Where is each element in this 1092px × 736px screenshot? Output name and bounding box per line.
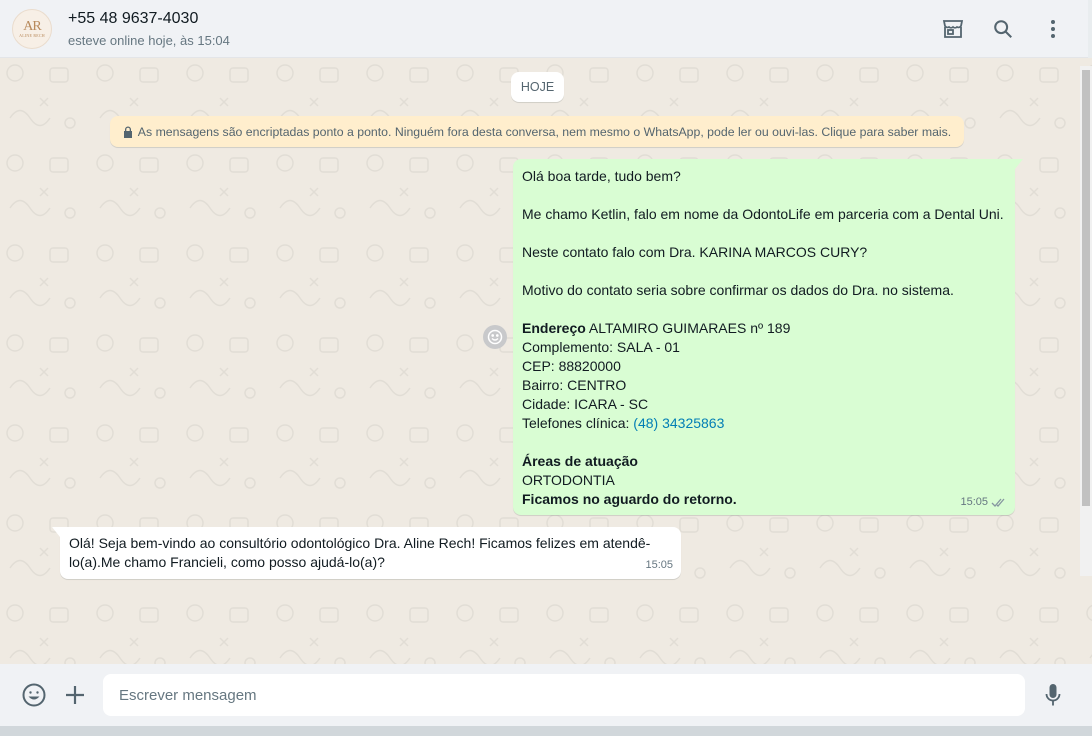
chat-scrollbar[interactable] [1080, 66, 1092, 576]
msg-areas-label: Áreas de atuação [522, 453, 638, 469]
chat-area[interactable]: HOJE As mensagens são encriptadas ponto … [0, 58, 1092, 664]
window-edge [1088, 0, 1092, 58]
encryption-notice-text: As mensagens são encriptadas ponto a pon… [137, 124, 952, 139]
msg-complement: Complemento: SALA - 01 [522, 339, 680, 355]
compose-bar [0, 664, 1092, 726]
microphone-icon [1045, 684, 1061, 706]
msg-cep: CEP: 88820000 [522, 358, 621, 374]
contact-status: esteve online hoje, às 15:04 [68, 33, 230, 48]
msg-reason: Motivo do contato seria sobre confirmar … [522, 282, 954, 298]
msg-areas-value: ORTODONTIA [522, 472, 615, 488]
voice-record-button[interactable] [1040, 682, 1066, 708]
double-check-icon [991, 498, 1005, 507]
emoji-icon [487, 329, 503, 345]
outgoing-message[interactable]: Olá boa tarde, tudo bem? Me chamo Ketlin… [513, 159, 1023, 515]
avatar-subtitle: ALINE RECH [19, 32, 45, 38]
msg-address: Endereço ALTAMIRO GUIMARAES nº 189 [522, 319, 1006, 338]
bubble-tail [52, 527, 60, 537]
incoming-line-2: lo(a).Me chamo Francieli, como posso aju… [69, 554, 385, 570]
react-emoji-button[interactable] [483, 325, 507, 349]
attach-plus-button[interactable] [62, 682, 88, 708]
avatar-monogram: AR [23, 18, 41, 34]
message-input[interactable] [103, 674, 1025, 716]
msg-phone: Telefones clínica: (48) 34325863 [522, 414, 1006, 433]
address-value: ALTAMIRO GUIMARAES nº 189 [585, 320, 791, 336]
message-time: 15:05 [960, 496, 988, 508]
msg-cidade: Cidade: ICARA - SC [522, 396, 649, 412]
msg-greeting: Olá boa tarde, tudo bem? [522, 168, 681, 184]
phone-link[interactable]: (48) 34325863 [633, 415, 724, 431]
msg-question: Neste contato falo com Dra. KARINA MARCO… [522, 244, 868, 260]
msg-intro: Me chamo Ketlin, falo em nome da OdontoL… [522, 206, 1004, 222]
phone-label: Telefones clínica: [522, 415, 634, 431]
store-icon[interactable] [940, 16, 966, 42]
smiley-icon [22, 683, 46, 707]
window-bottom-edge [0, 726, 1092, 736]
search-icon[interactable] [990, 16, 1016, 42]
bubble-tail [1015, 159, 1023, 169]
address-label: Endereço [522, 320, 586, 336]
contact-avatar[interactable]: AR ALINE RECH [12, 9, 52, 49]
chat-header: AR ALINE RECH +55 48 9637-4030 esteve on… [0, 0, 1092, 58]
lock-icon [123, 126, 133, 138]
msg-closing: Ficamos no aguardo do retorno. [522, 491, 737, 507]
scrollbar-thumb[interactable] [1082, 70, 1090, 506]
msg-bairro: Bairro: CENTRO [522, 377, 627, 393]
emoji-picker-button[interactable] [21, 682, 47, 708]
message-time: 15:05 [645, 559, 673, 571]
incoming-line-1: Olá! Seja bem-vindo ao consultório odont… [69, 535, 651, 551]
incoming-message[interactable]: Olá! Seja bem-vindo ao consultório odont… [52, 527, 681, 579]
plus-icon [66, 686, 84, 704]
menu-dots-icon[interactable] [1040, 16, 1066, 42]
message-meta: 15:05 [960, 493, 1007, 512]
encryption-notice[interactable]: As mensagens são encriptadas ponto a pon… [110, 116, 964, 147]
contact-name[interactable]: +55 48 9637-4030 [68, 10, 198, 28]
date-divider: HOJE [511, 72, 564, 102]
